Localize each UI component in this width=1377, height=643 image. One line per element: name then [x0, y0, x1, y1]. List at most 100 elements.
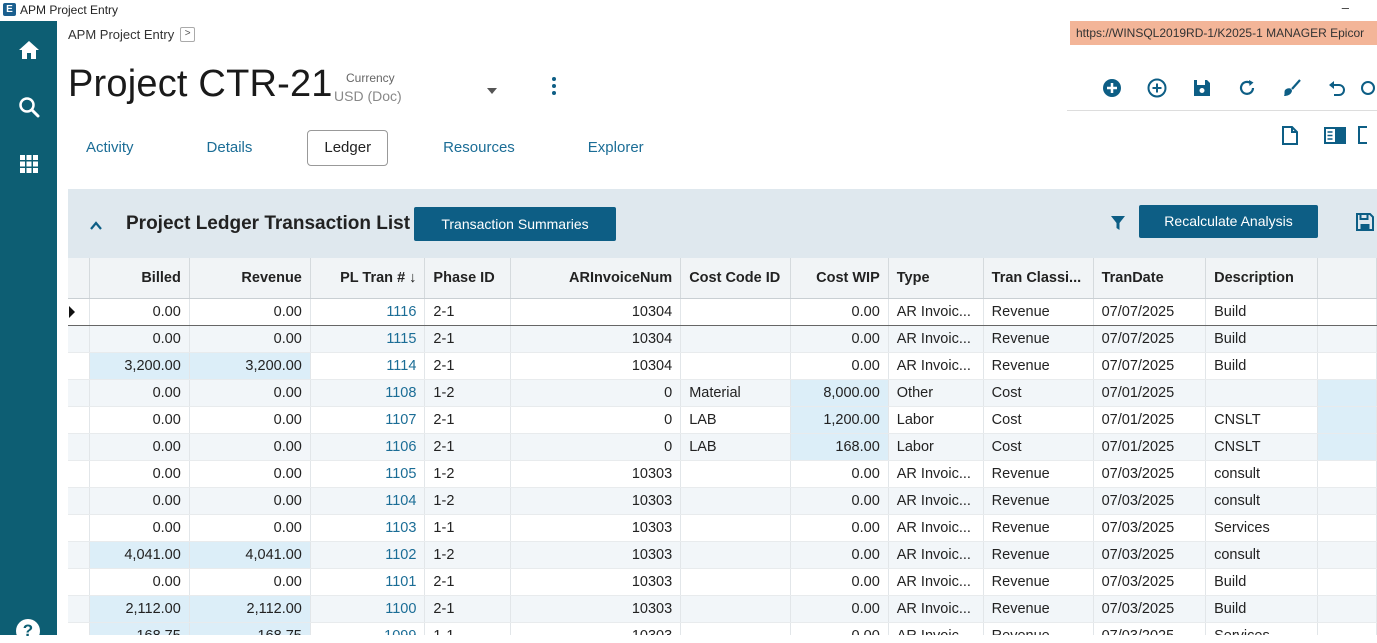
row-selector	[68, 406, 91, 434]
cell-revenue: 4,041.00	[189, 541, 311, 569]
home-icon[interactable]	[14, 35, 44, 65]
cell-cost-code	[680, 622, 792, 635]
column-header[interactable]: Cost Code ID	[680, 258, 792, 299]
table-row[interactable]: 0.00 0.00 1106 2-1 0 LAB 168.00 Labor Cost 07/01/…	[68, 433, 1377, 461]
table-row[interactable]: 0.00 0.00 1115 2-1 10304 0.00 AR Invoic... Reve…	[68, 325, 1377, 353]
cell-tran-link[interactable]: 1104	[310, 487, 426, 515]
column-header[interactable]: Billed	[89, 258, 190, 299]
cell-tran-class: Cost	[983, 433, 1094, 461]
chevron-down-icon[interactable]	[487, 88, 497, 94]
save-icon[interactable]	[1179, 74, 1224, 102]
table-row[interactable]: 168.75168.7510991-1103030.00AR Invoic...…	[68, 622, 1377, 635]
breadcrumb-chevron-icon[interactable]: >	[180, 27, 196, 42]
search-icon[interactable]	[14, 92, 44, 122]
cell-cost-code	[680, 487, 792, 515]
column-header[interactable]: Tran Classi...	[983, 258, 1094, 299]
breadcrumb-label[interactable]: APM Project Entry	[68, 27, 174, 42]
cell-tran-class: Revenue	[983, 595, 1094, 623]
transaction-summaries-button[interactable]: Transaction Summaries	[414, 207, 616, 241]
table-row[interactable]: 0.00 0.00 1101 2-1 10303 0.00 AR Invoic... Reve…	[68, 568, 1377, 596]
add-icon[interactable]	[1134, 74, 1179, 102]
column-header[interactable]: Phase ID	[424, 258, 512, 299]
clear-brush-icon[interactable]	[1269, 74, 1314, 102]
breadcrumb: APM Project Entry >	[68, 27, 196, 42]
apps-icon[interactable]	[14, 149, 44, 179]
cell-billed: 4,041.00	[89, 541, 190, 569]
add-new-icon[interactable]	[1089, 74, 1134, 102]
tab-ledger[interactable]: Ledger	[307, 130, 389, 166]
table-row[interactable]: 0.00 0.00 1108 1-2 0 Material 8,000.00 Other Cos…	[68, 379, 1377, 407]
table-row[interactable]: 2,112.00 2,112.00 1100 2-1 10303 0.00 AR Invoi…	[68, 595, 1377, 623]
overflow-icon[interactable]	[1359, 74, 1377, 102]
cell-phase: 1-2	[424, 379, 512, 407]
row-selector	[68, 595, 91, 623]
column-header[interactable]: TranDate	[1093, 258, 1207, 299]
cell-tran-link[interactable]: 1108	[310, 379, 426, 407]
copy-icon[interactable]	[1357, 121, 1377, 149]
table-row[interactable]: 0.00 0.00 1105 1-2 10303 0.00 AR Invoic... Reve…	[68, 460, 1377, 488]
chevron-up-icon[interactable]	[90, 217, 102, 230]
tab-explorer[interactable]: Explorer	[570, 131, 662, 165]
undo-icon[interactable]	[1314, 74, 1359, 102]
cell-tran-link[interactable]: 1116	[310, 298, 426, 326]
cell-cost-wip: 8,000.00	[790, 379, 889, 407]
table-row[interactable]: 0.00 0.00 1103 1-1 10303 0.00 AR Invoic... Reve…	[68, 514, 1377, 542]
cell-tran-link[interactable]: 1103	[310, 514, 426, 542]
cell-type: AR Invoic...	[888, 541, 984, 569]
tab-resources[interactable]: Resources	[425, 131, 533, 165]
cell-extra	[1317, 514, 1377, 542]
cell-tran-date: 07/03/2025	[1093, 541, 1207, 569]
table-row[interactable]: 0.00 0.00 1107 2-1 0 LAB 1,200.00 Labor Cost 07/0…	[68, 406, 1377, 434]
cell-tran-link[interactable]: 1102	[310, 541, 426, 569]
table-row[interactable]: 0.00 0.00 1104 1-2 10303 0.00 AR Invoic... Reve…	[68, 487, 1377, 515]
column-header[interactable]: Description	[1205, 258, 1318, 299]
column-header-sorted[interactable]: PL Tran # ↓	[310, 258, 426, 299]
refresh-icon[interactable]	[1224, 74, 1269, 102]
currency-select[interactable]: Currency USD (Doc)	[334, 71, 497, 104]
cell-tran-link[interactable]: 1115	[310, 325, 426, 353]
more-options-icon[interactable]	[551, 77, 557, 97]
cell-cost-wip: 0.00	[790, 514, 889, 542]
save-icon[interactable]	[1356, 213, 1374, 236]
filter-icon[interactable]	[1111, 215, 1125, 236]
recalculate-analysis-button[interactable]: Recalculate Analysis	[1139, 205, 1318, 238]
cell-cost-code	[680, 595, 792, 623]
cell-tran-link[interactable]: 1105	[310, 460, 426, 488]
toolbar-secondary	[1267, 121, 1377, 149]
cell-tran-link[interactable]: 1106	[310, 433, 426, 461]
cell-revenue: 0.00	[189, 460, 311, 488]
cell-phase: 2-1	[424, 406, 512, 434]
cell-tran-link[interactable]: 1099	[310, 622, 426, 635]
new-document-icon[interactable]	[1267, 121, 1312, 149]
panel-view-icon[interactable]	[1312, 121, 1357, 149]
cell-billed: 0.00	[89, 433, 190, 461]
cell-phase: 1-1	[424, 514, 512, 542]
cell-tran-class: Revenue	[983, 487, 1094, 515]
column-header[interactable]: Revenue	[189, 258, 311, 299]
ledger-table: Billed Revenue PL Tran # ↓ Phase ID ARIn…	[68, 258, 1377, 635]
column-header-empty	[1317, 258, 1377, 299]
cell-extra	[1317, 568, 1377, 596]
help-icon[interactable]: ?	[16, 619, 40, 643]
minimize-button[interactable]: –	[1342, 0, 1349, 15]
cell-extra	[1317, 325, 1377, 353]
column-header[interactable]: ARInvoiceNum	[510, 258, 682, 299]
cell-tran-class: Revenue	[983, 460, 1094, 488]
table-row[interactable]: 0.00 0.00 1116 2-1 10304 0.00 AR Invoic... Reve…	[68, 298, 1377, 326]
tab-details[interactable]: Details	[189, 131, 271, 165]
cell-tran-link[interactable]: 1107	[310, 406, 426, 434]
cell-invoice: 0	[510, 433, 682, 461]
toolbar-divider	[1067, 110, 1377, 111]
cell-tran-link[interactable]: 1114	[310, 352, 426, 380]
table-row[interactable]: 3,200.00 3,200.00 1114 2-1 10304 0.00 AR Invoi…	[68, 352, 1377, 380]
cell-revenue: 0.00	[189, 568, 311, 596]
cell-tran-link[interactable]: 1101	[310, 568, 426, 596]
column-header[interactable]: Cost WIP	[790, 258, 889, 299]
cell-description: consult	[1205, 460, 1318, 488]
table-row[interactable]: 4,041.00 4,041.00 1102 1-2 10303 0.00 AR Invoi…	[68, 541, 1377, 569]
cell-cost-wip: 0.00	[790, 460, 889, 488]
tab-activity[interactable]: Activity	[68, 131, 152, 165]
column-header[interactable]: Type	[888, 258, 984, 299]
cell-tran-link[interactable]: 1100	[310, 595, 426, 623]
cell-cost-code	[680, 460, 792, 488]
